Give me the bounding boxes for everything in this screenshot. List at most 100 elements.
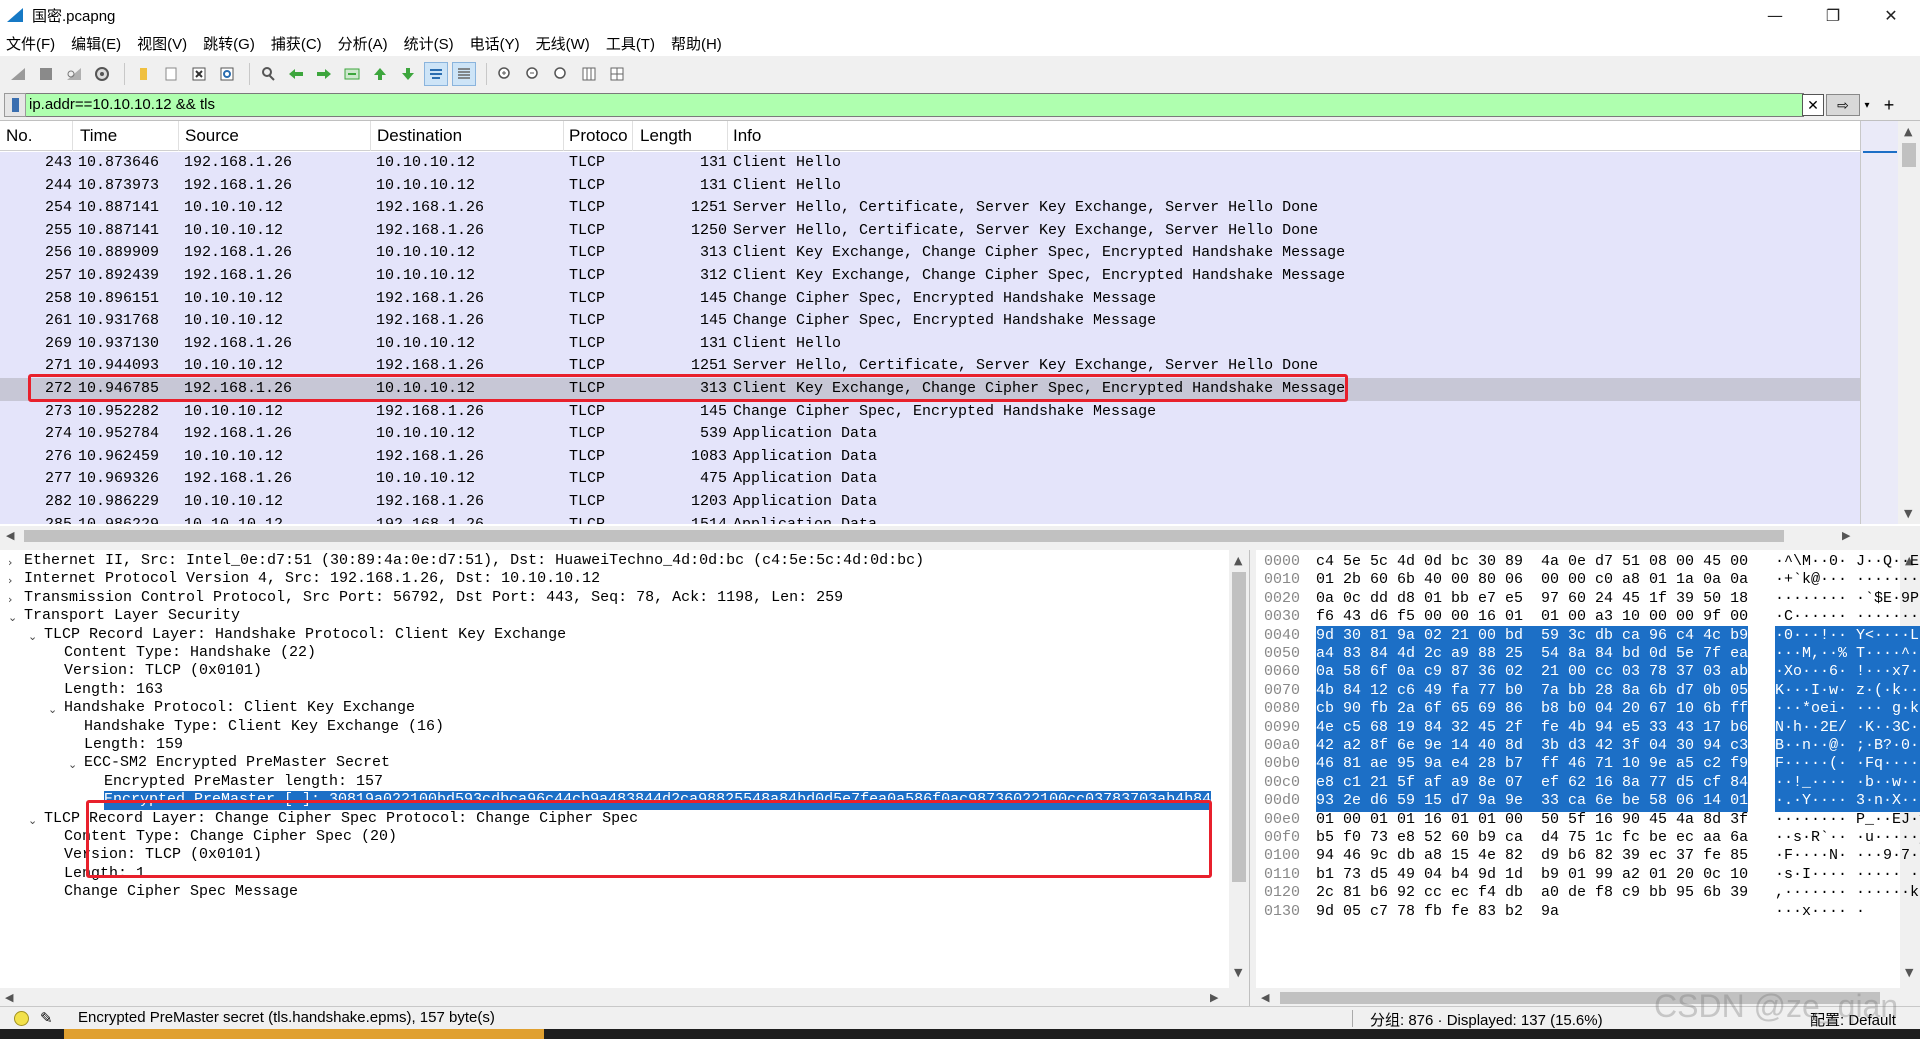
column-header-destination[interactable]: Destination (377, 126, 462, 146)
column-header-time[interactable]: Time (80, 126, 117, 146)
detail-tree-item[interactable]: Content Type: Handshake (22) (64, 644, 316, 662)
collapse-chevron-down-icon[interactable]: ⌄ (68, 758, 77, 771)
find-icon[interactable] (256, 62, 280, 86)
forward-icon[interactable] (312, 62, 336, 86)
detail-tree-item[interactable]: Change Cipher Spec Message (64, 883, 298, 901)
zoom-in-icon[interactable] (493, 62, 517, 86)
packet-row[interactable]: 276 10.962459 10.10.10.12 192.168.1.26 TLCP 1… (0, 445, 1860, 469)
first-packet-icon[interactable] (368, 62, 392, 86)
column-header-length[interactable]: Length (640, 126, 692, 146)
add-filter-button-icon[interactable]: + (1878, 94, 1900, 116)
collapse-chevron-down-icon[interactable]: ⌄ (8, 611, 17, 624)
packet-row[interactable]: 273 10.952282 10.10.10.12 192.168.1.26 TLCP 1… (0, 400, 1860, 424)
menu-view[interactable]: 视图(V) (137, 33, 187, 54)
packet-row[interactable]: 282 10.986229 10.10.10.12 192.168.1.26 TLCP 1… (0, 490, 1860, 514)
restart-icon[interactable] (62, 62, 86, 86)
detail-tree-item[interactable]: TLCP Record Layer: Change Cipher Spec Pr… (44, 810, 638, 828)
scroll-left-icon[interactable]: ◀ (5, 991, 13, 1004)
detail-tree-item[interactable]: Encrypted PreMaster length: 157 (104, 773, 383, 791)
autoscroll-icon[interactable] (424, 62, 448, 86)
packet-row[interactable]: 244 10.873973 192.168.1.26 10.10.10.12 TLCP 1… (0, 174, 1860, 198)
resize-columns-icon[interactable] (577, 62, 601, 86)
zoom-out-icon[interactable] (521, 62, 545, 86)
packet-row[interactable]: 256 10.889909 192.168.1.26 10.10.10.12 TLCP 3… (0, 242, 1860, 265)
filter-bookmark-icon[interactable] (4, 93, 26, 117)
menu-go[interactable]: 跳转(G) (203, 33, 255, 54)
details-vertical-scrollbar[interactable]: ▲ ▼ (1229, 550, 1249, 1008)
last-packet-icon[interactable] (396, 62, 420, 86)
packet-row[interactable]: 255 10.887141 10.10.10.12 192.168.1.26 TLCP 1… (0, 219, 1860, 243)
menu-capture[interactable]: 捕获(C) (271, 33, 322, 54)
shark-fin-start-icon[interactable] (6, 62, 30, 86)
column-header-info[interactable]: Info (733, 126, 761, 146)
detail-tree-item[interactable]: Version: TLCP (0x0101) (64, 846, 262, 864)
menu-tools[interactable]: 工具(T) (606, 33, 655, 54)
bytes-ascii[interactable]: ···x···· · (1775, 902, 1865, 923)
stop-icon[interactable] (34, 62, 58, 86)
details-horizontal-scrollbar[interactable]: ◀ ▶ (0, 988, 1230, 1008)
packet-row[interactable]: 254 10.887141 10.10.10.12 192.168.1.26 TLCP 1… (0, 197, 1860, 220)
scroll-right-icon[interactable]: ▶ (1210, 991, 1218, 1004)
detail-tree-item[interactable]: Content Type: Change Cipher Spec (20) (64, 828, 397, 846)
maximize-button[interactable]: ❐ (1804, 0, 1862, 30)
packet-row[interactable]: 272 10.946785 192.168.1.26 10.10.10.12 TLCP 3… (0, 377, 1860, 401)
filter-history-chevron-down-icon[interactable]: ▾ (1860, 94, 1874, 116)
detail-tree-item[interactable]: Length: 163 (64, 681, 163, 699)
column-header-protocol[interactable]: Protoco (569, 126, 628, 146)
packet-minimap[interactable] (1860, 121, 1898, 524)
scrollbar-thumb[interactable] (1902, 143, 1916, 167)
scroll-left-icon[interactable]: ◀ (6, 529, 14, 542)
detail-tree-item[interactable]: Handshake Type: Client Key Exchange (16) (84, 718, 444, 736)
edit-comment-pencil-icon[interactable]: ✎ (40, 1009, 53, 1027)
detail-tree-item[interactable]: Ethernet II, Src: Intel_0e:d7:51 (30:89:… (24, 552, 924, 570)
collapse-chevron-down-icon[interactable]: ⌄ (48, 703, 57, 716)
detail-tree-item[interactable]: Length: 1 (64, 865, 145, 883)
scroll-down-icon[interactable]: ▼ (1234, 966, 1242, 979)
packet-row[interactable]: 261 10.931768 10.10.10.12 192.168.1.26 TLCP 1… (0, 310, 1860, 333)
detail-tree-item[interactable]: Transport Layer Security (24, 607, 240, 625)
collapse-chevron-down-icon[interactable]: ⌄ (28, 814, 37, 827)
scroll-down-icon[interactable]: ▼ (1904, 507, 1912, 520)
bytes-hex[interactable]: 9d 05 c7 78 fb fe 83 b2 9a (1316, 902, 1559, 923)
detail-tree-item[interactable]: Internet Protocol Version 4, Src: 192.16… (24, 570, 600, 588)
reload-icon[interactable] (215, 62, 239, 86)
menu-help[interactable]: 帮助(H) (671, 33, 722, 54)
expand-chevron-right-icon[interactable]: › (8, 556, 12, 569)
menu-analyze[interactable]: 分析(A) (338, 33, 388, 54)
detail-tree-item[interactable]: ECC-SM2 Encrypted PreMaster Secret (84, 754, 390, 772)
menu-wireless[interactable]: 无线(W) (536, 33, 590, 54)
colorize-icon[interactable] (452, 62, 476, 86)
expand-chevron-right-icon[interactable]: › (8, 574, 12, 587)
scroll-left-icon[interactable]: ◀ (1261, 991, 1269, 1004)
detail-tree-item[interactable]: Length: 159 (84, 736, 183, 754)
close-button[interactable]: ✕ (1862, 0, 1920, 30)
detail-tree-item[interactable]: Transmission Control Protocol, Src Port:… (24, 589, 843, 607)
packet-row[interactable]: 274 10.952784 192.168.1.26 10.10.10.12 TLCP 5… (0, 423, 1860, 446)
column-header-no[interactable]: No. (6, 126, 32, 146)
scroll-right-icon[interactable]: ▶ (1842, 529, 1850, 542)
file-icon[interactable] (159, 62, 183, 86)
detail-tree-item[interactable]: Handshake Protocol: Client Key Exchange (64, 699, 415, 717)
packet-list-vertical-scrollbar[interactable]: ▲ ▼ (1898, 121, 1920, 524)
clear-filter-icon[interactable]: ✕ (1802, 94, 1824, 116)
close-file-icon[interactable] (187, 62, 211, 86)
expand-chevron-right-icon[interactable]: › (8, 593, 12, 606)
scrollbar-thumb[interactable] (1232, 572, 1246, 882)
packet-list-horizontal-scrollbar[interactable]: ◀ ▶ (0, 526, 1920, 546)
display-filter-input[interactable]: ip.addr==10.10.10.12 && tls (26, 93, 1804, 117)
packet-row[interactable]: 243 10.873646 192.168.1.26 10.10.10.12 TLCP 1… (0, 152, 1860, 175)
expert-info-status-icon[interactable] (14, 1011, 29, 1026)
packet-row[interactable]: 277 10.969326 192.168.1.26 10.10.10.12 TLCP 4… (0, 468, 1860, 491)
zoom-normal-icon[interactable] (549, 62, 573, 86)
open-file-icon[interactable] (131, 62, 155, 86)
packet-row[interactable]: 258 10.896151 10.10.10.12 192.168.1.26 TLCP 1… (0, 287, 1860, 311)
menu-statistics[interactable]: 统计(S) (404, 33, 454, 54)
scrollbar-thumb[interactable] (24, 530, 1784, 542)
detail-tree-item[interactable]: TLCP Record Layer: Handshake Protocol: C… (44, 626, 566, 644)
minimize-button[interactable]: — (1746, 0, 1804, 30)
menu-file[interactable]: 文件(F) (6, 33, 55, 54)
scroll-down-icon[interactable]: ▼ (1905, 966, 1913, 979)
back-icon[interactable] (284, 62, 308, 86)
detail-tree-item[interactable]: Encrypted PreMaster […]: 30819a022100bd5… (104, 791, 1212, 810)
packet-row[interactable]: 257 10.892439 192.168.1.26 10.10.10.12 TLCP 3… (0, 264, 1860, 288)
